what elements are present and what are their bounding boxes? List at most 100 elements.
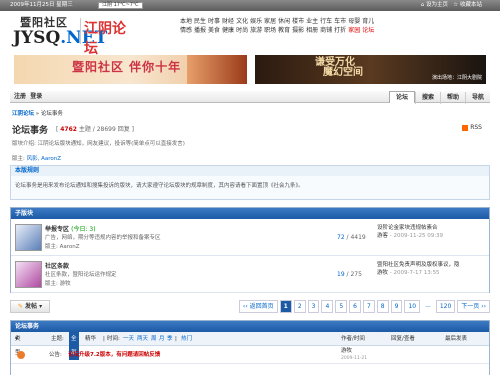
subforum-icon [15, 261, 42, 288]
mods-label: 版主: [12, 156, 25, 162]
pager-page[interactable]: 3 [307, 300, 320, 313]
banner-show-sub: 演出场地：江阴大剧院 [431, 75, 482, 81]
nav-link[interactable]: 情感 [180, 27, 192, 34]
nav-link[interactable]: 职场 [264, 27, 276, 34]
nav-link[interactable]: 摄影 [292, 27, 304, 34]
subforum-counts: 72 / 4419 [337, 234, 366, 241]
nav-link[interactable]: 财经 [222, 18, 234, 25]
time-2d[interactable]: 两天 [137, 332, 148, 346]
nav-link-highlight[interactable]: 家园 [348, 27, 360, 34]
nav-link[interactable]: 播报 [194, 27, 206, 34]
mods-links[interactable]: 风影, AaronZ [27, 156, 61, 162]
site-logo[interactable]: 暨阳社区 JYSQ.NET 江阴论坛 [10, 14, 130, 57]
nav-link[interactable]: 打折 [334, 27, 346, 34]
tab-forum[interactable]: 论坛 [388, 91, 415, 103]
subforum-name[interactable]: 社区条款 [45, 261, 69, 270]
time-1d[interactable]: 一天 [123, 332, 134, 346]
filter-hot[interactable]: 热门 [181, 332, 192, 346]
banner-show[interactable]: 谦受万化 魔幻空间 演出场地：江阴大剧院 [255, 55, 486, 84]
pager-next[interactable]: 下一页 ›› [457, 300, 490, 313]
pager-page[interactable]: 9 [390, 300, 403, 313]
tab-help[interactable]: 帮助 [439, 92, 465, 104]
thread-date: 2009-11-21 [341, 356, 368, 361]
forum-rules: 本版规则 论坛事务是用来发布论坛通知和搜集投诉的版块，请大家遵守论坛版块的规章制… [10, 165, 490, 200]
last-post-time: - 2009-11-25 09:39 [389, 233, 444, 239]
register-link[interactable]: 注册 [14, 93, 26, 100]
subforum-today: (今日: 3) [71, 226, 96, 233]
forum-stats: [ 4762 主题 / 28699 回复 ] [56, 126, 135, 133]
nav-link[interactable]: 娱乐 [250, 18, 262, 25]
time-month[interactable]: 月 [159, 332, 165, 346]
pager-last[interactable]: 120 [435, 300, 456, 313]
date-text: 2009年11月25日 星期三 [10, 2, 73, 8]
subforum-desc: 广告，网络，期分等违规内容的举报和备案专区 [45, 235, 161, 241]
nav-link[interactable]: 业主 [306, 18, 318, 25]
pager-current[interactable]: 1 [279, 300, 292, 313]
nav-link[interactable]: 旅游 [250, 27, 262, 34]
new-post-button[interactable]: ✎ 发帖 ▾ [10, 300, 50, 313]
top-links: ⌂ 设为主页 ☆ 收藏本站 [420, 2, 482, 8]
pager-page[interactable]: 8 [376, 300, 389, 313]
tab-search[interactable]: 搜索 [414, 92, 440, 104]
pager-page[interactable]: 4 [321, 300, 334, 313]
filter-digest[interactable]: 精华 [85, 332, 96, 346]
banner-community-text: 暨阳社区 伴你十年 [72, 60, 182, 74]
subforum-row[interactable]: 举报专区 (今日: 3) 广告，网络，期分等违规内容的举报和备案专区 版主: A… [11, 219, 489, 256]
nav-link[interactable]: 育儿 [362, 18, 374, 25]
nav-row-2: 情感 播报 美食 健康 时尚 旅游 职场 教育 摄影 相册 商铺 打折 家园 论坛 [180, 26, 495, 35]
nav-link[interactable]: 行车 [320, 18, 332, 25]
nav-link[interactable]: 楼市 [292, 18, 304, 25]
pencil-icon: ✎ [17, 303, 23, 310]
forum-moderators: 版主: 风影, AaronZ [12, 154, 61, 162]
subforum-row[interactable]: 社区条款 社区条款，暨阳论坛运作规定 版主: 游牧 19 / 275 暨阳社区免… [11, 256, 489, 293]
rss-link[interactable]: RSS [462, 124, 482, 131]
nav-link[interactable]: 时事 [208, 18, 220, 25]
login-link[interactable]: 登录 [30, 93, 42, 100]
nav-link[interactable]: 母婴 [348, 18, 360, 25]
nav-link[interactable]: 美食 [208, 27, 220, 34]
tab-nav[interactable]: 导航 [464, 92, 490, 104]
subforum-last-post[interactable]: 设阶论金家块违规帖素合 游客 - 2009-11-25 09:39 [377, 224, 487, 240]
subforum-last-post[interactable]: 暨阳社区免责声明及版权事议，隐 游牧 - 2009-7-17 13:55 [377, 261, 487, 277]
pager-page[interactable]: 7 [362, 300, 375, 313]
nav-link[interactable]: 时尚 [236, 27, 248, 34]
thread-author[interactable]: 游牧 2009-11-21 [341, 348, 367, 362]
pager-page[interactable]: 5 [335, 300, 348, 313]
pager-page[interactable]: 2 [293, 300, 306, 313]
pager-prev[interactable]: ‹‹ 返回首页 [238, 300, 278, 313]
banner-community[interactable]: 暨阳社区 伴你十年 [14, 55, 247, 84]
last-post-time: - 2009-7-17 13:55 [389, 270, 440, 276]
subforum-mods: 版主: AaronZ [45, 244, 80, 250]
announcement-icon [17, 351, 25, 359]
pager-page[interactable]: 6 [349, 300, 361, 313]
banner-show-text: 谦受万化 魔幻空间 [315, 57, 363, 78]
favorite-link[interactable]: 收藏本站 [460, 2, 482, 8]
weather-widget[interactable]: 江阴 17℃~7℃ [98, 2, 143, 9]
nav-link-highlight[interactable]: 论坛 [362, 27, 374, 34]
time-label: 时间: [107, 336, 120, 342]
nav-link[interactable]: 家居 [264, 18, 276, 25]
thread-row[interactable]: 公告: 论坛升级7.2版本，有问题请回帖反馈 游牧 2009-11-21 [11, 346, 489, 364]
col-type[interactable]: 类型 ▾ [15, 332, 21, 356]
subforum-name[interactable]: 举报专区 (今日: 3) [45, 224, 96, 233]
thread-count-label: 主题 [78, 126, 91, 133]
nav-link[interactable]: 相册 [306, 27, 318, 34]
pager-page[interactable]: 10 [404, 300, 421, 313]
nav-link[interactable]: 车市 [334, 18, 346, 25]
last-post-title: 暨阳社区免责声明及版权事议，隐 [377, 262, 460, 268]
breadcrumb-home[interactable]: 江阴论坛 [12, 111, 34, 117]
nav-link[interactable]: 休闲 [278, 18, 290, 25]
time-season[interactable]: 季 [167, 332, 173, 346]
logo-title: 江阴论坛 [84, 21, 126, 57]
nav-link[interactable]: 健康 [222, 27, 234, 34]
nav-link[interactable]: 本地 [180, 18, 192, 25]
nav-link[interactable]: 民生 [194, 18, 206, 25]
time-week[interactable]: 周 [151, 332, 157, 346]
thread-list-header: 论坛事务 [11, 321, 489, 332]
thread-title[interactable]: 论坛升级7.2版本，有问题请回帖反馈 [68, 350, 160, 358]
nav-link[interactable]: 商铺 [320, 27, 332, 34]
nav-link[interactable]: 文化 [236, 18, 248, 25]
set-homepage-link[interactable]: 设为主页 [426, 2, 448, 8]
nav-link[interactable]: 教育 [278, 27, 290, 34]
thread-author-name: 游牧 [341, 348, 353, 354]
